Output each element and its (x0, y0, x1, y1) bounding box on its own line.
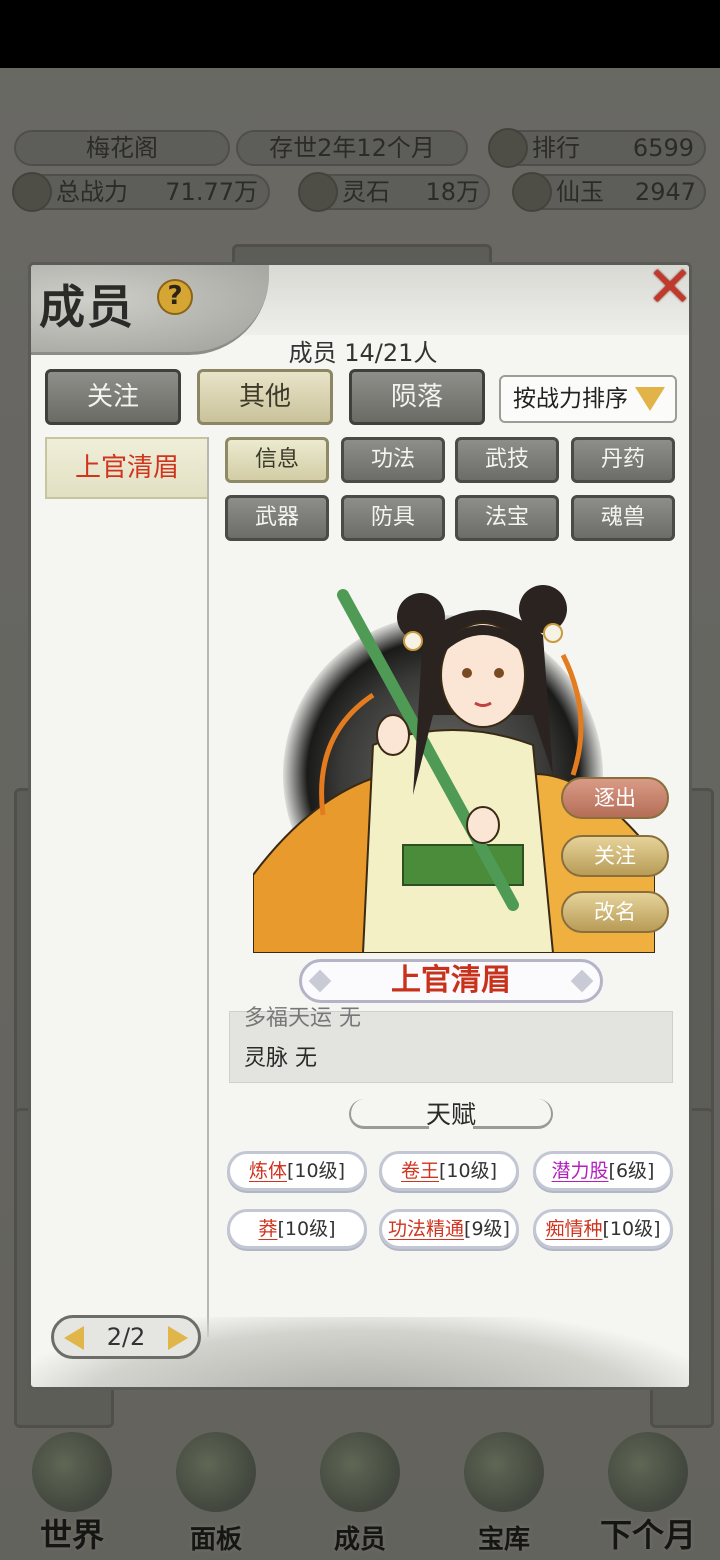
talent-name: 潜力股 (551, 1160, 609, 1182)
talent-name: 莽 (258, 1218, 278, 1240)
prev-page-icon[interactable] (64, 1326, 84, 1350)
talent-chip[interactable]: 莽[10级] (227, 1209, 367, 1249)
tab-info[interactable]: 信息 (225, 437, 329, 483)
diamond-ornament-right (570, 969, 594, 993)
talent-chip[interactable]: 痴情种[10级] (533, 1209, 673, 1249)
tab-soul-beasts[interactable]: 魂兽 (571, 495, 675, 541)
tab-techniques[interactable]: 功法 (341, 437, 445, 483)
talent-chip[interactable]: 功法精通[9级] (379, 1209, 519, 1249)
rename-button[interactable]: 改名 (561, 891, 669, 933)
modal-title: 成员 (39, 280, 135, 334)
talent-level: [6级] (608, 1160, 655, 1182)
attribute-list[interactable]: 多福天运 无 灵脉 无 (229, 1006, 673, 1083)
talent-level: [10级] (277, 1218, 336, 1240)
member-list: 上官清眉 (43, 437, 209, 1337)
character-name: 上官清眉 (391, 963, 511, 998)
close-icon[interactable]: ✕ (645, 265, 689, 316)
talent-level: [10级] (602, 1218, 661, 1240)
sort-label: 按战力排序 (513, 386, 628, 412)
follow-button[interactable]: 关注 (561, 835, 669, 877)
expel-button[interactable]: 逐出 (561, 777, 669, 819)
tab-pills[interactable]: 丹药 (571, 437, 675, 483)
talent-title: 天赋 (425, 1100, 476, 1129)
talent-chip[interactable]: 卷王[10级] (379, 1151, 519, 1191)
talent-chip[interactable]: 炼体[10级] (227, 1151, 367, 1191)
tab-martial-skills[interactable]: 武技 (455, 437, 559, 483)
members-modal: 成员 ? ✕ 成员 14/21人 关注 其他 陨落 按战力排序 上官清眉 信息 … (28, 262, 692, 1390)
tab-other[interactable]: 其他 (197, 369, 333, 425)
tab-weapons[interactable]: 武器 (225, 495, 329, 541)
member-count: 成员 14/21人 (288, 339, 438, 367)
talent-name: 功法精通 (388, 1218, 465, 1240)
pager: 2/2 (51, 1315, 201, 1359)
list-item[interactable]: 上官清眉 (45, 437, 207, 499)
tab-fallen[interactable]: 陨落 (349, 369, 485, 425)
talent-name: 痴情种 (545, 1218, 603, 1240)
next-page-icon[interactable] (168, 1326, 188, 1350)
talent-level: [10级] (439, 1160, 498, 1182)
page-indicator: 2/2 (106, 1323, 146, 1351)
dropdown-triangle-icon (635, 387, 665, 411)
tab-artifacts[interactable]: 法宝 (455, 495, 559, 541)
talent-level: [10级] (287, 1160, 346, 1182)
tab-follow[interactable]: 关注 (45, 369, 181, 425)
character-name-banner: 上官清眉 (299, 959, 603, 1003)
talent-name: 卷王 (400, 1160, 439, 1182)
sort-dropdown[interactable]: 按战力排序 (499, 375, 677, 423)
talent-level: [9级] (464, 1218, 510, 1240)
attribute-line-partial: 多福天运 无 (244, 1006, 361, 1031)
talent-chip[interactable]: 潜力股[6级] (533, 1151, 673, 1191)
diamond-ornament-left (308, 969, 332, 993)
help-icon[interactable]: ? (157, 279, 193, 315)
attribute-spirit-vein: 灵脉 无 (244, 1046, 317, 1071)
tab-armor[interactable]: 防具 (341, 495, 445, 541)
talent-name: 炼体 (248, 1160, 287, 1182)
